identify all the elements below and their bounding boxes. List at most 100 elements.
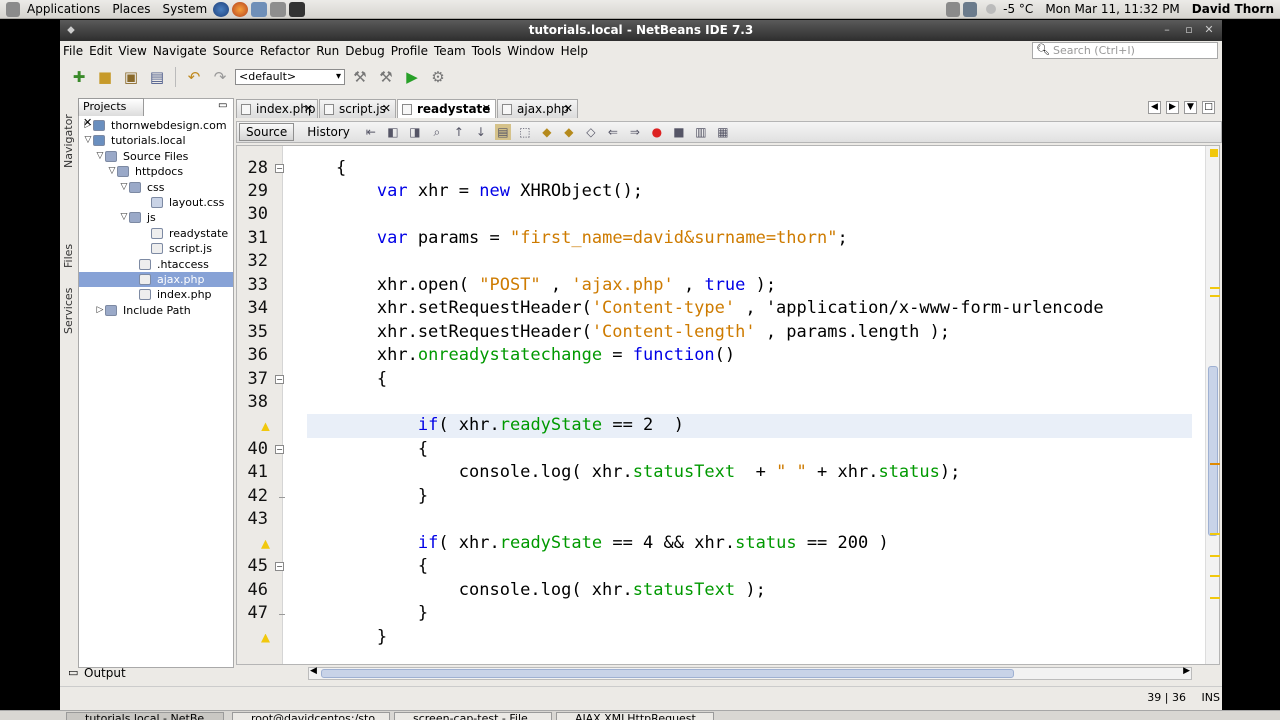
close-icon[interactable]: ✕ bbox=[564, 100, 573, 118]
menu-window[interactable]: Window bbox=[504, 44, 557, 58]
stop-macro-icon[interactable]: ■ bbox=[671, 124, 687, 140]
code-line[interactable]: xhr.setRequestHeader('Content-length' , … bbox=[295, 321, 950, 344]
code-editor[interactable]: 28−29 30 31 32 33 34 35 36 37−38 40−41 42 43 45−46 47… bbox=[236, 145, 1220, 665]
maximize-icon[interactable]: ▫ bbox=[1182, 23, 1196, 37]
tree-item[interactable]: readystate bbox=[141, 226, 230, 241]
projects-tab[interactable]: Projects ✕ bbox=[78, 98, 144, 129]
code-line[interactable]: xhr.setRequestHeader('Content-type' , 'a… bbox=[295, 297, 1104, 320]
find-previous-icon[interactable]: ↑ bbox=[451, 124, 467, 140]
applications-menu[interactable]: Applications bbox=[0, 0, 106, 19]
menu-tools[interactable]: Tools bbox=[469, 44, 505, 58]
tree-item[interactable]: ▽ tutorials.local bbox=[83, 133, 188, 148]
toggle-highlight-icon[interactable]: ▤ bbox=[494, 124, 511, 140]
expand-toggle-icon[interactable]: ▽ bbox=[119, 180, 129, 195]
terminal-icon[interactable] bbox=[289, 1, 306, 17]
tab-script-js[interactable]: script.js ✕ bbox=[319, 99, 396, 118]
comment-icon[interactable]: ▥ bbox=[693, 124, 709, 140]
code-line[interactable]: } bbox=[295, 602, 428, 625]
menu-profile[interactable]: Profile bbox=[388, 44, 431, 58]
fold-toggle-icon[interactable]: − bbox=[275, 374, 284, 384]
warning-marker[interactable] bbox=[1210, 575, 1220, 577]
error-stripe[interactable] bbox=[1208, 145, 1220, 665]
tab-list-icon[interactable]: ▼ bbox=[1184, 101, 1197, 114]
menu-navigate[interactable]: Navigate bbox=[150, 44, 210, 58]
browser-launcher-icon[interactable] bbox=[213, 1, 230, 17]
warning-icon[interactable] bbox=[261, 633, 270, 643]
menu-help[interactable]: Help bbox=[558, 44, 591, 58]
new-project-icon[interactable]: ■ bbox=[94, 66, 116, 88]
expand-toggle-icon[interactable]: ▽ bbox=[107, 164, 117, 179]
mail-icon[interactable] bbox=[270, 1, 287, 17]
forward-icon[interactable]: ◨ bbox=[407, 124, 423, 140]
fold-toggle-icon[interactable]: − bbox=[275, 163, 284, 173]
tree-item[interactable]: ▽ css bbox=[119, 180, 167, 195]
task-terminal[interactable]: root@davidcentos:/sto... bbox=[232, 712, 390, 720]
toggle-bookmark-icon[interactable]: ◇ bbox=[583, 124, 599, 140]
shift-right-icon[interactable]: ⇒ bbox=[627, 124, 643, 140]
tree-item[interactable]: ▽ js bbox=[119, 210, 158, 225]
minimize-pane-icon[interactable]: ▭ bbox=[218, 100, 227, 111]
expand-toggle-icon[interactable]: ▽ bbox=[83, 133, 93, 148]
back-icon[interactable]: ◧ bbox=[385, 124, 401, 140]
code-line[interactable]: if( xhr.readyState == 2 ) bbox=[295, 414, 684, 437]
maximize-editor-icon[interactable]: □ bbox=[1202, 101, 1215, 114]
services-tab[interactable]: Services bbox=[62, 288, 75, 334]
code-line[interactable]: xhr.onreadystatechange = function() bbox=[295, 344, 735, 367]
save-all-icon[interactable]: ▤ bbox=[146, 66, 168, 88]
run-icon[interactable]: ▶ bbox=[401, 66, 423, 88]
system-menu[interactable]: System bbox=[156, 0, 213, 19]
search-input[interactable]: Search (Ctrl+I) bbox=[1032, 42, 1218, 59]
code-line[interactable]: console.log( xhr.statusText + " " + xhr.… bbox=[295, 461, 961, 484]
close-icon[interactable]: ✕ bbox=[304, 100, 313, 118]
tab-index-php[interactable]: index.php ✕ bbox=[236, 99, 318, 118]
menu-file[interactable]: File bbox=[60, 44, 86, 58]
tree-item[interactable]: .htaccess bbox=[129, 257, 211, 272]
uncomment-icon[interactable]: ▦ bbox=[715, 124, 731, 140]
warning-icon[interactable] bbox=[261, 422, 270, 432]
navigator-tab[interactable]: Navigator bbox=[62, 114, 75, 168]
tree-item[interactable]: layout.css bbox=[141, 195, 226, 210]
tree-item[interactable]: ▽ Source Files bbox=[95, 149, 190, 164]
menu-view[interactable]: View bbox=[115, 44, 149, 58]
new-file-icon[interactable]: ✚ bbox=[68, 66, 90, 88]
menu-team[interactable]: Team bbox=[431, 44, 469, 58]
code-line[interactable]: { bbox=[295, 368, 387, 391]
scroll-left-arrow-icon[interactable]: ◀ bbox=[310, 666, 317, 676]
clean-build-icon[interactable]: ⚒ bbox=[375, 66, 397, 88]
task-file-manager[interactable]: screen-cap-test - File ... bbox=[394, 712, 552, 720]
menu-source[interactable]: Source bbox=[210, 44, 257, 58]
history-button[interactable]: History bbox=[300, 123, 357, 141]
code-line[interactable]: xhr.open( "POST" , 'ajax.php' , true ); bbox=[295, 274, 776, 297]
warning-marker[interactable] bbox=[1210, 295, 1220, 297]
previous-bookmark-icon[interactable]: ◆ bbox=[539, 124, 555, 140]
expand-toggle-icon[interactable]: ▽ bbox=[119, 210, 129, 225]
open-project-icon[interactable]: ▣ bbox=[120, 66, 142, 88]
menu-refactor[interactable]: Refactor bbox=[257, 44, 313, 58]
menu-edit[interactable]: Edit bbox=[86, 44, 115, 58]
undo-icon[interactable]: ↶ bbox=[183, 66, 205, 88]
warning-marker[interactable] bbox=[1210, 287, 1220, 289]
warning-marker[interactable] bbox=[1210, 149, 1218, 157]
menu-run[interactable]: Run bbox=[313, 44, 342, 58]
warning-marker[interactable] bbox=[1210, 533, 1220, 535]
last-edit-icon[interactable]: ⇤ bbox=[363, 124, 379, 140]
task-netbeans[interactable]: tutorials.local - NetBe... bbox=[66, 712, 224, 720]
scroll-right-icon[interactable]: ▶ bbox=[1166, 101, 1179, 114]
package-icon[interactable] bbox=[251, 1, 268, 17]
fold-toggle-icon[interactable]: − bbox=[275, 562, 284, 572]
source-button[interactable]: Source bbox=[239, 123, 295, 141]
toggle-select-icon[interactable]: ⬚ bbox=[517, 124, 533, 140]
code-line[interactable]: console.log( xhr.statusText ); bbox=[295, 579, 766, 602]
volume-icon[interactable] bbox=[946, 1, 961, 17]
horizontal-scroll-thumb[interactable] bbox=[321, 669, 1014, 678]
shift-left-icon[interactable]: ⇐ bbox=[605, 124, 621, 140]
warning-marker[interactable] bbox=[1210, 597, 1220, 599]
close-icon[interactable]: ✕ bbox=[1202, 23, 1216, 37]
expand-toggle-icon[interactable]: ▽ bbox=[95, 149, 105, 164]
warning-icon[interactable] bbox=[261, 539, 270, 549]
fold-toggle-icon[interactable]: − bbox=[275, 444, 284, 454]
horizontal-scrollbar[interactable]: ◀ ▶ bbox=[308, 666, 1192, 680]
code-line[interactable]: if( xhr.readyState == 4 && xhr.status ==… bbox=[295, 532, 889, 555]
tab-ajax-php[interactable]: ajax.php ✕ bbox=[497, 99, 578, 118]
menu-debug[interactable]: Debug bbox=[342, 44, 387, 58]
